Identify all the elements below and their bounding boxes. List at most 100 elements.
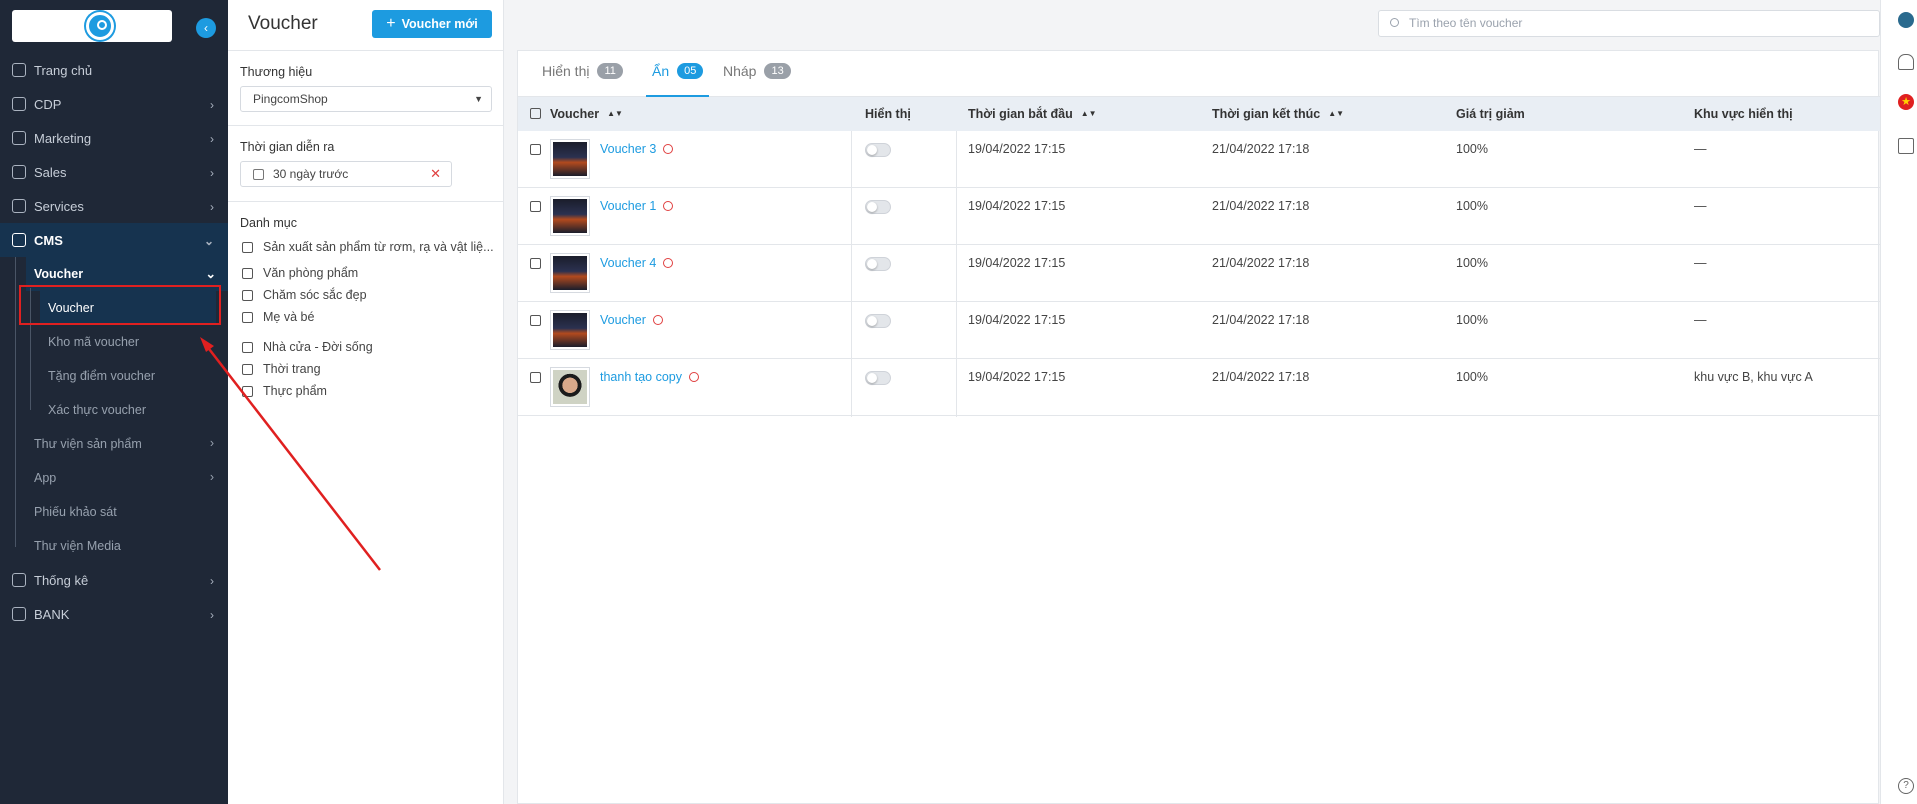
sidebar-item-cms[interactable]: CMS ⌄	[0, 223, 228, 257]
hidden-status-icon	[663, 258, 674, 268]
header-label: Giá trị giảm	[1456, 107, 1525, 121]
new-voucher-label: Voucher mới	[401, 17, 478, 31]
header-label: Thời gian bắt đầu	[968, 107, 1073, 121]
voucher-thumbnail	[550, 139, 590, 179]
display-toggle[interactable]	[865, 371, 891, 385]
sidebar-item-voucher-verify[interactable]: Xác thực voucher	[0, 393, 228, 427]
voucher-image	[553, 199, 587, 233]
header-label: Hiển thị	[865, 107, 911, 121]
tab-visible[interactable]: Hiển thị 11	[542, 63, 623, 97]
hidden-status-icon	[689, 372, 700, 382]
sidebar-item-product-library[interactable]: Thư viện sản phẩm ›	[0, 427, 228, 461]
table-row[interactable]: thanh tạo copy 19/04/2022 17:15 21/04/20…	[518, 359, 1880, 416]
store-icon[interactable]	[1898, 138, 1914, 154]
sidebar-item-survey[interactable]: Phiếu khảo sát	[0, 495, 228, 529]
voucher-name-link[interactable]: Voucher 4	[600, 256, 674, 270]
sidebar-item-media-library[interactable]: Thư viện Media	[0, 529, 228, 563]
column-header-end[interactable]: Thời gian kết thúc ▲▼	[1212, 107, 1344, 121]
checkbox[interactable]	[242, 363, 253, 375]
checkbox[interactable]	[242, 385, 253, 397]
user-icon	[12, 97, 26, 111]
hidden-status-icon	[663, 201, 674, 211]
sidebar-item-marketing[interactable]: Marketing ›	[0, 121, 228, 155]
table-row[interactable]: Voucher 3 19/04/2022 17:15 21/04/2022 17…	[518, 131, 1880, 188]
category-label-text: Nhà cửa - Đời sống	[263, 340, 373, 354]
user-avatar-icon[interactable]	[1898, 12, 1914, 28]
chevron-right-icon: ›	[210, 166, 214, 180]
display-toggle[interactable]	[865, 143, 891, 157]
checkbox[interactable]	[242, 241, 253, 253]
home-icon	[12, 63, 26, 77]
search-placeholder: Tìm theo tên voucher	[1409, 16, 1523, 30]
logo[interactable]	[12, 10, 172, 42]
display-area: —	[1694, 142, 1707, 156]
row-checkbox[interactable]	[530, 315, 541, 326]
voucher-name-link[interactable]: Voucher 3	[600, 142, 674, 156]
category-item[interactable]: Thực phẩm	[242, 384, 327, 398]
brand-select[interactable]: PingcomShop ▼	[240, 86, 492, 112]
voucher-name-link[interactable]: thanh tạo copy	[600, 370, 700, 384]
category-item[interactable]: Nhà cửa - Đời sống	[242, 340, 373, 354]
vietnam-flag-icon[interactable]: ★	[1898, 94, 1914, 110]
header-label: Voucher	[550, 107, 600, 121]
sidebar-item-sales[interactable]: Sales ›	[0, 155, 228, 189]
sidebar-item-label: Thống kê	[34, 572, 89, 588]
category-item[interactable]: Thời trang	[242, 362, 321, 376]
tab-label: Nháp	[723, 63, 757, 79]
category-label-text: Thời trang	[263, 362, 321, 376]
checkbox[interactable]	[242, 289, 253, 301]
services-icon	[12, 199, 26, 213]
column-header-start[interactable]: Thời gian bắt đầu ▲▼	[968, 107, 1097, 121]
row-checkbox[interactable]	[530, 372, 541, 383]
column-header-voucher[interactable]: Voucher ▲▼	[550, 107, 623, 121]
sidebar-item-label: Marketing	[34, 130, 92, 146]
category-item[interactable]: Chăm sóc sắc đẹp	[242, 288, 367, 302]
category-item[interactable]: Văn phòng phẩm	[242, 266, 358, 280]
help-icon[interactable]: ?	[1898, 778, 1914, 794]
checkbox[interactable]	[242, 267, 253, 279]
table-row[interactable]: Voucher 1 19/04/2022 17:15 21/04/2022 17…	[518, 188, 1880, 245]
tab-hidden[interactable]: Ẩn 05	[646, 63, 710, 97]
table-row[interactable]: Voucher 19/04/2022 17:15 21/04/2022 17:1…	[518, 302, 1880, 359]
sidebar-item-cdp[interactable]: CDP ›	[0, 87, 228, 121]
sidebar-item-services[interactable]: Services ›	[0, 189, 228, 223]
search-input[interactable]: Tìm theo tên voucher	[1378, 10, 1880, 37]
sidebar-item-bank[interactable]: BANK ›	[0, 597, 228, 631]
clear-icon[interactable]: ✕	[430, 162, 441, 186]
checkbox[interactable]	[242, 311, 253, 323]
bell-icon[interactable]	[1898, 54, 1914, 70]
chevron-right-icon: ›	[210, 200, 214, 214]
sidebar-item-home[interactable]: Trang chủ	[0, 53, 228, 87]
column-header-value: Giá trị giảm	[1456, 107, 1525, 121]
chevron-down-icon: ⌄	[205, 267, 216, 281]
display-toggle[interactable]	[865, 257, 891, 271]
row-checkbox[interactable]	[530, 201, 541, 212]
row-checkbox[interactable]	[530, 258, 541, 269]
display-toggle[interactable]	[865, 314, 891, 328]
new-voucher-button[interactable]: + Voucher mới	[372, 10, 492, 38]
checkbox[interactable]	[242, 341, 253, 353]
select-all-checkbox[interactable]	[530, 108, 541, 119]
tab-draft[interactable]: Nháp 13	[723, 63, 791, 97]
sidebar-item-app[interactable]: App ›	[0, 461, 228, 495]
row-checkbox[interactable]	[530, 144, 541, 155]
brand-value: PingcomShop	[253, 92, 328, 106]
sidebar-item-voucher-points[interactable]: Tặng điểm voucher	[0, 359, 228, 393]
tab-count-badge: 05	[677, 63, 704, 79]
category-item[interactable]: Sản xuất sản phẩm từ rơm, rạ và vật liệ.…	[242, 240, 494, 254]
voucher-image	[553, 256, 587, 290]
voucher-name-link[interactable]: Voucher	[600, 313, 663, 327]
sidebar-item-label: Kho mã voucher	[48, 335, 140, 349]
sidebar-item-voucher-store[interactable]: Kho mã voucher	[0, 325, 228, 359]
hidden-status-icon	[663, 144, 674, 154]
collapse-sidebar-button[interactable]: ‹	[196, 18, 216, 38]
sidebar-item-label: CDP	[34, 96, 62, 112]
sidebar-item-statistics[interactable]: Thống kê ›	[0, 563, 228, 597]
display-toggle[interactable]	[865, 200, 891, 214]
category-item[interactable]: Mẹ và bé	[242, 310, 314, 324]
voucher-name-link[interactable]: Voucher 1	[600, 199, 674, 213]
table-row[interactable]: Voucher 4 19/04/2022 17:15 21/04/2022 17…	[518, 245, 1880, 302]
date-range-input[interactable]: 30 ngày trước ✕	[240, 161, 452, 187]
display-area: —	[1694, 313, 1707, 327]
category-label-text: Văn phòng phẩm	[263, 266, 359, 280]
